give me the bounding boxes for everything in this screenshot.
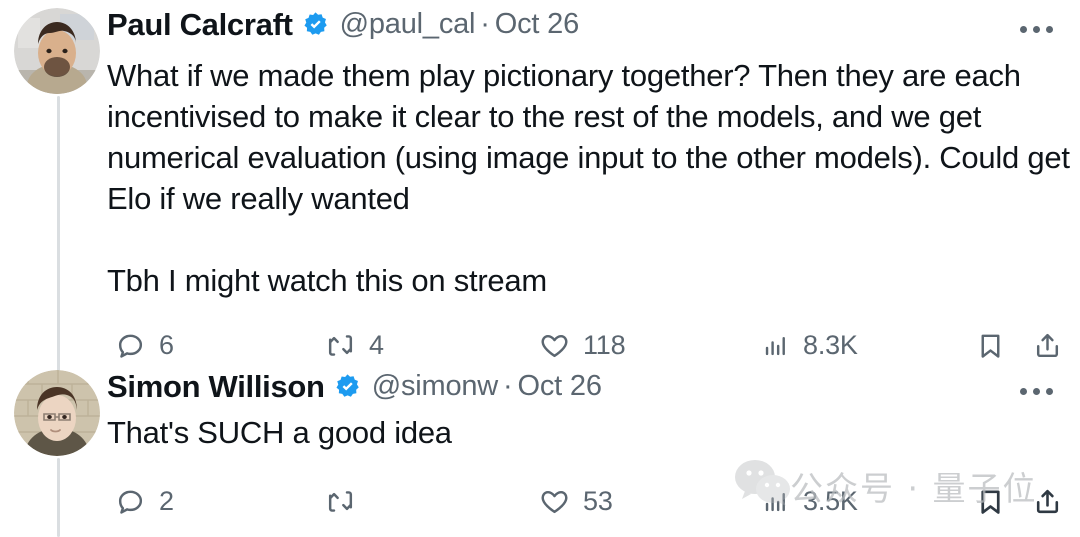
thread-connector-line <box>57 458 60 537</box>
author-handle-and-date[interactable]: @simonw · Oct 26 <box>371 369 602 402</box>
more-options-icon <box>1032 25 1040 33</box>
tweet-header: Paul Calcraft @paul_cal · Oct 26 <box>107 0 1067 48</box>
separator-dot: · <box>503 369 513 402</box>
tweet-body: Paul Calcraft @paul_cal · Oct 26 What if w… <box>107 0 1070 371</box>
verified-badge-icon <box>302 11 329 38</box>
repost-icon <box>325 330 356 361</box>
more-options-icon <box>1032 387 1040 395</box>
views-count: 8.3K <box>803 329 858 360</box>
bookmark-button[interactable] <box>975 323 1019 367</box>
tweet-text: What if we made them play pictionary tog… <box>107 58 1070 298</box>
repost-icon <box>325 486 356 517</box>
more-options-icon <box>1019 25 1027 33</box>
bookmark-icon <box>975 486 1006 517</box>
thread-connector-line <box>57 96 60 373</box>
share-button[interactable] <box>1032 479 1076 523</box>
avatar[interactable] <box>14 370 100 456</box>
reply-button[interactable]: 2 <box>115 479 174 523</box>
tweet-timestamp: Oct 26 <box>517 369 602 402</box>
tweet-text: That's SUCH a good idea <box>107 415 452 450</box>
like-button[interactable]: 53 <box>539 479 613 523</box>
share-icon <box>1032 486 1063 517</box>
like-count: 118 <box>583 329 626 360</box>
bookmark-icon <box>975 330 1006 361</box>
twitter-thread: Paul Calcraft @paul_cal · Oct 26 What if w… <box>0 0 1080 537</box>
reply-icon <box>115 330 146 361</box>
views-icon <box>761 487 790 516</box>
more-options-button[interactable] <box>1012 374 1060 408</box>
reply-count: 6 <box>159 329 174 360</box>
more-options-icon <box>1045 387 1053 395</box>
reply-icon <box>115 486 146 517</box>
views-button[interactable]: 8.3K <box>761 323 858 367</box>
share-icon <box>1032 330 1063 361</box>
reply-button[interactable]: 6 <box>115 323 174 367</box>
verified-badge-icon <box>334 373 361 400</box>
like-count: 53 <box>583 485 613 516</box>
separator-dot: · <box>480 7 490 40</box>
views-count: 3.5K <box>803 485 858 516</box>
heart-icon <box>539 486 570 517</box>
author-display-name[interactable]: Paul Calcraft <box>107 9 293 40</box>
avatar[interactable] <box>14 8 100 94</box>
views-button[interactable]: 3.5K <box>761 479 858 523</box>
more-options-icon <box>1045 25 1053 33</box>
views-icon <box>761 331 790 360</box>
share-button[interactable] <box>1032 323 1076 367</box>
tweet-body: Simon Willison @simonw · Oct 26 That's SUC… <box>107 362 1067 527</box>
tweet-timestamp: Oct 26 <box>494 7 579 40</box>
reply-count: 2 <box>159 485 174 516</box>
bookmark-button[interactable] <box>975 479 1019 523</box>
author-handle: @paul_cal <box>339 7 476 40</box>
author-handle: @simonw <box>371 369 499 402</box>
like-button[interactable]: 118 <box>539 323 626 367</box>
more-options-icon <box>1019 387 1027 395</box>
author-display-name[interactable]: Simon Willison <box>107 371 325 402</box>
more-options-button[interactable] <box>1012 12 1060 46</box>
author-handle-and-date[interactable]: @paul_cal · Oct 26 <box>339 7 580 40</box>
tweet-action-bar: 2 53 3.5K <box>107 479 1067 527</box>
tweet-header: Simon Willison @simonw · Oct 26 <box>107 362 1067 410</box>
heart-icon <box>539 330 570 361</box>
repost-count: 4 <box>369 329 384 360</box>
repost-button[interactable] <box>325 479 369 523</box>
repost-button[interactable]: 4 <box>325 323 384 367</box>
